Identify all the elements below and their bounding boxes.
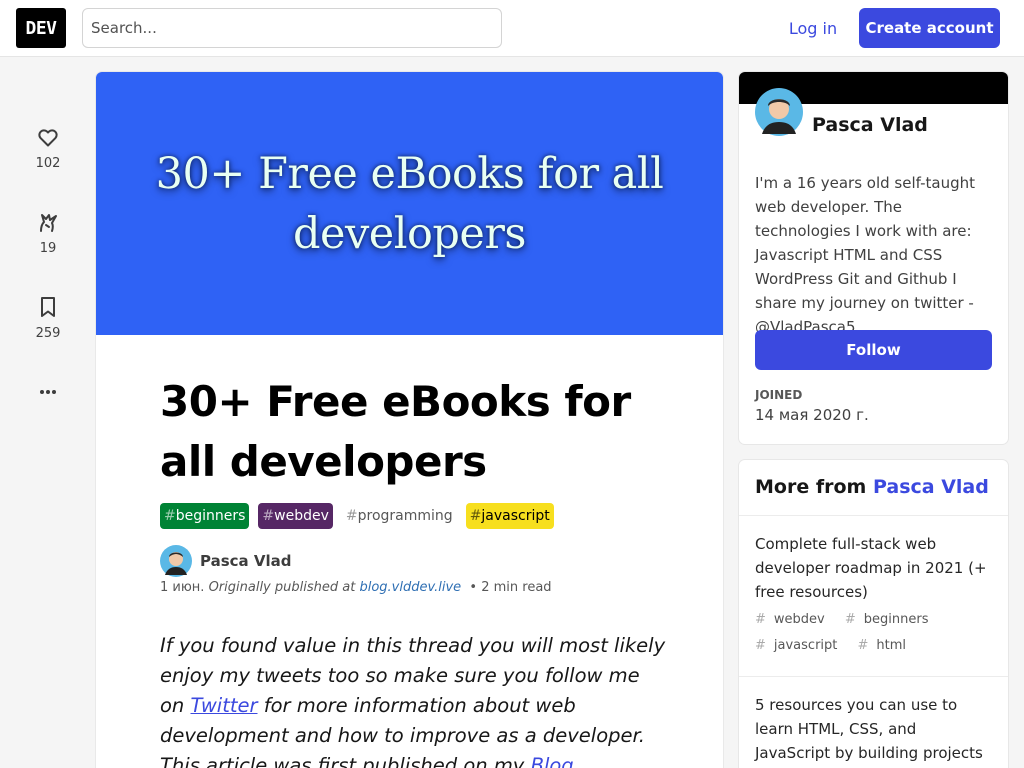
tag-label: programming bbox=[357, 508, 453, 524]
author-name[interactable]: Pasca Vlad bbox=[200, 552, 292, 570]
more-options-icon bbox=[40, 390, 56, 394]
more-post-title[interactable]: 5 resources you can use to learn HTML, C… bbox=[755, 693, 995, 765]
like-count: 102 bbox=[35, 156, 61, 171]
source-link[interactable]: blog.vlddev.live bbox=[359, 580, 461, 595]
cover-image: 30+ Free eBooks for all developers bbox=[96, 72, 723, 335]
unicorn-count: 19 bbox=[39, 241, 57, 256]
top-navigation-bar: DEV Log in Create account bbox=[0, 0, 1024, 57]
tag-javascript[interactable]: # javascript bbox=[465, 503, 554, 529]
bookmark-reaction[interactable]: 259 bbox=[16, 295, 80, 341]
login-link[interactable]: Log in bbox=[776, 8, 850, 48]
tag-hash: # bbox=[164, 508, 176, 524]
article-tags: # beginners # webdev # programming # javascr… bbox=[160, 503, 554, 529]
profile-bio: I'm a 16 years old self-taught web devel… bbox=[755, 174, 975, 336]
more-from-author-link[interactable]: Pasca Vlad bbox=[873, 476, 989, 498]
meta-separator: • bbox=[469, 580, 478, 595]
profile-name[interactable]: Pasca Vlad bbox=[812, 114, 928, 136]
joined-date: 14 мая 2020 г. bbox=[755, 406, 869, 424]
dev-logo[interactable]: DEV bbox=[16, 8, 66, 48]
bookmark-icon bbox=[41, 297, 55, 317]
originally-published-label: Originally published at bbox=[208, 580, 356, 595]
article-card: 30+ Free eBooks for all developers 30+ F… bbox=[96, 72, 723, 768]
post-tag[interactable]: # beginners bbox=[845, 612, 937, 627]
tag-webdev[interactable]: # webdev bbox=[258, 503, 333, 529]
twitter-link[interactable]: Twitter bbox=[191, 694, 258, 717]
author-profile-card: Pasca Vlad I'm a 16 years old self-taugh… bbox=[739, 72, 1008, 444]
profile-avatar[interactable] bbox=[755, 88, 803, 136]
tag-programming[interactable]: # programming bbox=[342, 503, 457, 529]
unicorn-reaction[interactable]: 19 bbox=[16, 210, 80, 256]
tag-hash: # bbox=[469, 508, 482, 524]
tag-hash: # bbox=[262, 508, 275, 524]
author-avatar bbox=[160, 545, 192, 577]
tag-hash: # bbox=[345, 508, 358, 524]
post-tag[interactable]: # webdev bbox=[755, 612, 833, 627]
more-post-title[interactable]: Complete full-stack web developer roadma… bbox=[755, 532, 995, 604]
tag-beginners[interactable]: # beginners bbox=[160, 503, 250, 529]
more-from-author-card: More from Pasca Vlad Complete full-stack… bbox=[739, 460, 1008, 768]
more-post-tags: # webdev # beginners # javascript # html bbox=[755, 607, 1000, 659]
blog-link[interactable]: Blog bbox=[531, 754, 574, 768]
author-byline[interactable]: Pasca Vlad bbox=[160, 545, 292, 577]
heart-icon bbox=[38, 129, 58, 147]
tag-label: beginners bbox=[175, 508, 246, 524]
post-tag[interactable]: # javascript bbox=[755, 638, 845, 653]
follow-button[interactable]: Follow bbox=[755, 330, 992, 370]
like-reaction[interactable]: 102 bbox=[16, 125, 80, 171]
cover-image-text: 30+ Free eBooks for all developers bbox=[155, 149, 664, 259]
more-from-heading: More from Pasca Vlad bbox=[755, 476, 989, 498]
article-meta: 1 июн. Originally published at blog.vldd… bbox=[160, 580, 552, 595]
article-body: If you found value in this thread you wi… bbox=[160, 631, 670, 768]
search-input[interactable] bbox=[82, 8, 502, 48]
joined-label: JOINED bbox=[755, 388, 803, 402]
more-options-button[interactable] bbox=[16, 380, 80, 404]
publish-date: 1 июн. bbox=[160, 580, 205, 595]
read-time: 2 min read bbox=[481, 580, 552, 595]
article-title: 30+ Free eBooks for all developers bbox=[160, 377, 631, 486]
more-from-prefix: More from bbox=[755, 476, 867, 498]
unicorn-icon bbox=[40, 214, 57, 232]
post-tag[interactable]: # html bbox=[858, 638, 915, 653]
bookmark-count: 259 bbox=[35, 326, 61, 341]
divider bbox=[739, 676, 1008, 677]
divider bbox=[739, 515, 1008, 516]
tag-label: webdev bbox=[274, 508, 329, 524]
create-account-button[interactable]: Create account bbox=[859, 8, 1000, 48]
tag-label: javascript bbox=[481, 508, 550, 524]
